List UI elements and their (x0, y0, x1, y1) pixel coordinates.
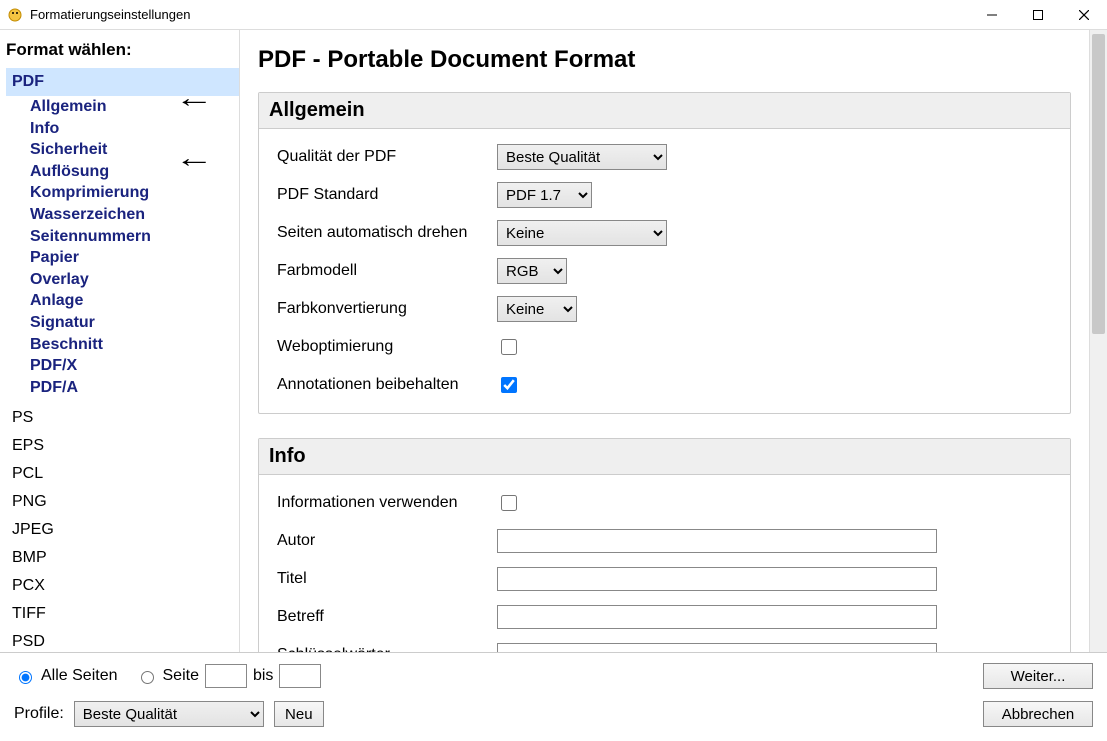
format-jpeg[interactable]: JPEG (6, 516, 239, 544)
app-icon (6, 6, 24, 24)
format-eps[interactable]: EPS (6, 432, 239, 460)
sub-wasserzeichen[interactable]: Wasserzeichen (6, 204, 239, 226)
section-info: Info Informationen verwenden Autor Titel (258, 438, 1071, 652)
main-scroll-area: PDF - Portable Document Format Allgemein… (240, 30, 1089, 652)
conv-select[interactable]: Keine (497, 296, 577, 322)
format-psd[interactable]: PSD (6, 628, 239, 652)
footer: Alle Seiten Seite bis Weiter... Profile:… (0, 652, 1107, 741)
next-button[interactable]: Weiter... (983, 663, 1093, 689)
title-label: Titel (277, 570, 497, 588)
vertical-scrollbar[interactable] (1089, 30, 1107, 652)
sub-sicherheit[interactable]: Sicherheit (6, 139, 239, 161)
color-label: Farbmodell (277, 262, 497, 280)
minimize-button[interactable] (969, 0, 1015, 30)
sub-beschnitt[interactable]: Beschnitt (6, 334, 239, 356)
all-pages-radio-label[interactable]: Alle Seiten (14, 667, 118, 685)
page-text: Seite (163, 667, 199, 685)
titlebar: Formatierungseinstellungen (0, 0, 1107, 30)
webopt-checkbox[interactable] (501, 339, 517, 355)
format-sidebar: Format wählen: PDF Allgemein Info Sicher… (0, 30, 240, 652)
all-pages-text: Alle Seiten (41, 667, 118, 685)
section-info-header: Info (259, 439, 1070, 475)
maximize-button[interactable] (1015, 0, 1061, 30)
sub-info[interactable]: Info (6, 118, 239, 140)
page-range-radio-label[interactable]: Seite bis (136, 664, 322, 688)
format-pcl[interactable]: PCL (6, 460, 239, 488)
main-panel: PDF - Portable Document Format Allgemein… (240, 30, 1107, 652)
use-info-checkbox[interactable] (501, 495, 517, 511)
sub-anlage[interactable]: Anlage (6, 290, 239, 312)
all-pages-radio[interactable] (19, 671, 32, 684)
sub-seitennummern[interactable]: Seitennummern (6, 226, 239, 248)
keywords-input[interactable] (497, 643, 937, 652)
to-text: bis (253, 667, 273, 685)
format-tiff[interactable]: TIFF (6, 600, 239, 628)
page-title: PDF - Portable Document Format (258, 46, 1071, 74)
cancel-button[interactable]: Abbrechen (983, 701, 1093, 727)
sub-papier[interactable]: Papier (6, 247, 239, 269)
quality-label: Qualität der PDF (277, 148, 497, 166)
profile-label: Profile: (14, 705, 64, 723)
profile-select[interactable]: Beste Qualität (74, 701, 264, 727)
annot-checkbox[interactable] (501, 377, 517, 393)
page-range-radio[interactable] (141, 671, 154, 684)
sub-allgemein[interactable]: Allgemein (6, 96, 239, 118)
subject-label: Betreff (277, 608, 497, 626)
rotate-select[interactable]: Keine (497, 220, 667, 246)
new-profile-button[interactable]: Neu (274, 701, 324, 727)
title-input[interactable] (497, 567, 937, 591)
subject-input[interactable] (497, 605, 937, 629)
format-pcx[interactable]: PCX (6, 572, 239, 600)
author-input[interactable] (497, 529, 937, 553)
webopt-label: Weboptimierung (277, 338, 497, 356)
page-range-group: Alle Seiten Seite bis (14, 664, 321, 688)
format-bmp[interactable]: BMP (6, 544, 239, 572)
format-ps[interactable]: PS (6, 404, 239, 432)
annot-label: Annotationen beibehalten (277, 376, 497, 394)
sub-signatur[interactable]: Signatur (6, 312, 239, 334)
page-from-input[interactable] (205, 664, 247, 688)
sub-komprimierung[interactable]: Komprimierung (6, 182, 239, 204)
rotate-label: Seiten automatisch drehen (277, 223, 497, 242)
window-controls (969, 0, 1107, 30)
sub-aufloesung[interactable]: Auflösung (6, 161, 239, 183)
standard-select[interactable]: PDF 1.7 (497, 182, 592, 208)
conv-label: Farbkonvertierung (277, 300, 497, 318)
sidebar-heading: Format wählen: (6, 40, 239, 60)
close-button[interactable] (1061, 0, 1107, 30)
standard-label: PDF Standard (277, 186, 497, 204)
scrollbar-thumb[interactable] (1092, 34, 1105, 334)
quality-select[interactable]: Beste Qualität (497, 144, 667, 170)
section-allgemein-header: Allgemein (259, 93, 1070, 129)
format-pdf[interactable]: PDF (6, 68, 239, 96)
sub-overlay[interactable]: Overlay (6, 269, 239, 291)
sub-pdfa[interactable]: PDF/A (6, 377, 239, 399)
format-png[interactable]: PNG (6, 488, 239, 516)
window-title: Formatierungseinstellungen (30, 7, 969, 22)
color-select[interactable]: RGB (497, 258, 567, 284)
page-to-input[interactable] (279, 664, 321, 688)
use-info-label: Informationen verwenden (277, 494, 497, 512)
author-label: Autor (277, 532, 497, 550)
sub-pdfx[interactable]: PDF/X (6, 355, 239, 377)
section-allgemein: Allgemein Qualität der PDF Beste Qualitä… (258, 92, 1071, 414)
